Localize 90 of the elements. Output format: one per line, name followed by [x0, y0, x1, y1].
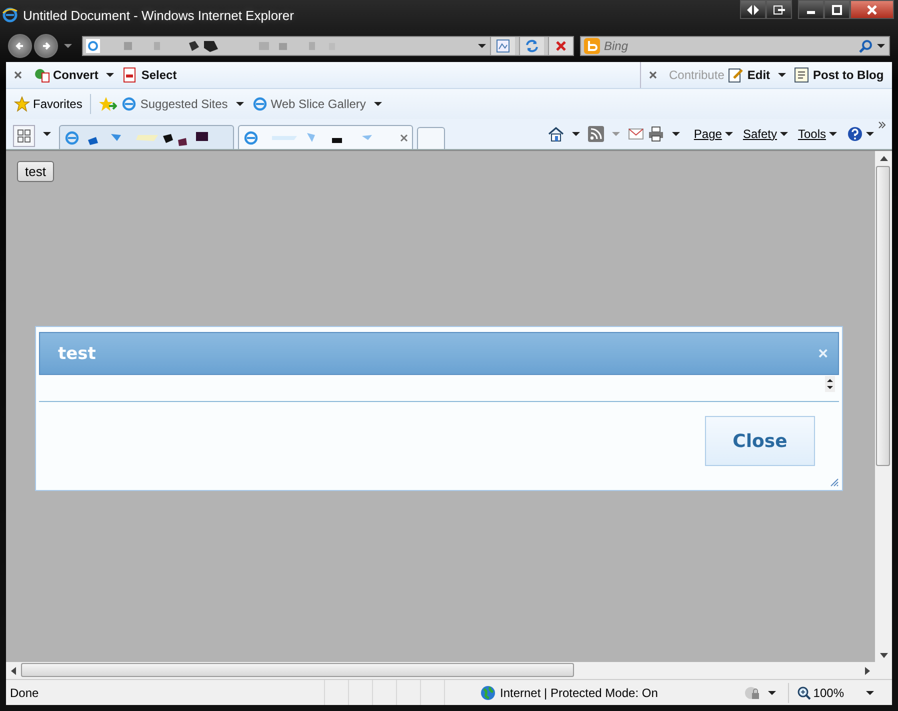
security-zone: Internet | Protected Mode: On	[500, 686, 658, 700]
spinner-icon[interactable]	[825, 376, 835, 392]
browser-logo-icon	[121, 96, 138, 112]
maximize-icon	[831, 4, 843, 14]
mail-icon[interactable]	[628, 128, 644, 140]
home-icon[interactable]	[548, 126, 564, 142]
lock-icon[interactable]	[744, 684, 760, 700]
refresh-icon[interactable]	[519, 37, 544, 55]
compat-button[interactable]	[740, 0, 766, 19]
menu-button[interactable]: Page	[694, 127, 733, 141]
globe-icon	[480, 684, 496, 700]
scroll-down-icon[interactable]	[880, 652, 888, 658]
favorites-button[interactable]: Favorites	[14, 96, 82, 112]
minimize-icon	[807, 10, 815, 14]
dialog-title: test	[58, 344, 96, 364]
add-favorite-icon[interactable]	[99, 96, 118, 112]
caret-icon[interactable]	[478, 44, 486, 48]
search-provider-icon	[584, 38, 600, 54]
help-button[interactable]	[847, 126, 874, 142]
scroll-up-icon[interactable]	[880, 156, 888, 162]
maximize-button[interactable]	[824, 0, 850, 19]
page-icon	[86, 39, 100, 53]
exit-icon	[773, 4, 785, 14]
search-box[interactable]: Bing	[580, 36, 890, 56]
toolbar-button[interactable]: Edit	[728, 67, 770, 83]
scrollbar-thumb[interactable]	[876, 166, 890, 466]
caret-icon[interactable]	[106, 73, 114, 77]
toolbar-button[interactable]: Select	[122, 67, 177, 83]
search-field[interactable]: Bing	[604, 39, 855, 53]
help-icon	[847, 126, 863, 142]
zoom-button[interactable]: 100%	[797, 686, 844, 700]
test-button[interactable]: test	[17, 161, 54, 182]
caret-icon[interactable]	[768, 690, 776, 694]
close-icon[interactable]	[649, 71, 657, 79]
printer-icon[interactable]	[648, 126, 664, 142]
browser-tab[interactable]	[59, 125, 234, 149]
quick-tabs-button[interactable]	[13, 125, 35, 147]
browser-logo-icon	[2, 7, 18, 23]
scrollbar-thumb[interactable]	[21, 663, 574, 677]
document-icon	[122, 67, 138, 83]
chevron-icon[interactable]	[878, 121, 886, 129]
menu-button[interactable]: Safety	[742, 127, 788, 141]
caret-icon	[780, 132, 788, 136]
caret-icon	[724, 132, 733, 136]
feed-icon[interactable]	[588, 126, 604, 142]
toolbar-button[interactable]: Convert	[34, 67, 98, 83]
globe-document-icon	[34, 67, 50, 83]
document-icon	[794, 67, 810, 83]
exit-button[interactable]	[766, 0, 792, 19]
compatibility-icon[interactable]	[490, 37, 515, 55]
scroll-left-icon[interactable]	[11, 666, 17, 674]
caret-icon[interactable]	[43, 132, 51, 136]
caret-icon[interactable]	[572, 132, 580, 136]
caret-icon[interactable]	[877, 44, 885, 48]
arrows-icon	[747, 4, 759, 14]
favorites-link[interactable]: Web Slice Gallery	[252, 96, 366, 112]
favorites-link[interactable]: Suggested Sites	[121, 96, 228, 112]
resize-grip-icon[interactable]	[829, 477, 839, 487]
forward-button[interactable]	[34, 34, 58, 58]
search-icon[interactable]	[859, 39, 873, 53]
menu-button[interactable]: Tools	[798, 127, 837, 141]
browser-logo-icon	[252, 96, 268, 112]
close-button[interactable]	[850, 0, 894, 19]
close-icon[interactable]	[400, 134, 408, 142]
magnifier-icon	[797, 686, 812, 700]
caret-icon	[866, 132, 874, 136]
caret-icon[interactable]	[236, 102, 244, 106]
toolbar-button[interactable]: Post to Blog	[794, 67, 884, 83]
caret-icon[interactable]	[374, 102, 382, 106]
star-icon	[14, 96, 30, 112]
back-button[interactable]	[8, 34, 32, 58]
grid-icon	[17, 129, 31, 143]
minimize-button[interactable]	[798, 0, 824, 19]
status-text: Done	[10, 686, 40, 700]
close-icon[interactable]	[14, 71, 22, 79]
caret-icon[interactable]	[672, 132, 680, 136]
stop-icon[interactable]	[548, 37, 573, 55]
address-field[interactable]	[82, 36, 574, 56]
close-icon	[866, 4, 878, 14]
scroll-right-icon[interactable]	[864, 666, 870, 674]
pencil-document-icon	[728, 67, 744, 83]
arrow-left-icon	[15, 41, 25, 51]
caret-icon[interactable]	[866, 690, 874, 694]
caret-icon	[829, 132, 837, 136]
caret-icon[interactable]	[778, 73, 786, 77]
browser-logo-icon	[243, 130, 259, 146]
window-title: Untitled Document - Windows Internet Explorer	[23, 8, 294, 22]
browser-logo-icon	[64, 130, 80, 146]
close-button[interactable]: Close	[705, 416, 815, 466]
arrow-right-icon	[41, 41, 51, 51]
